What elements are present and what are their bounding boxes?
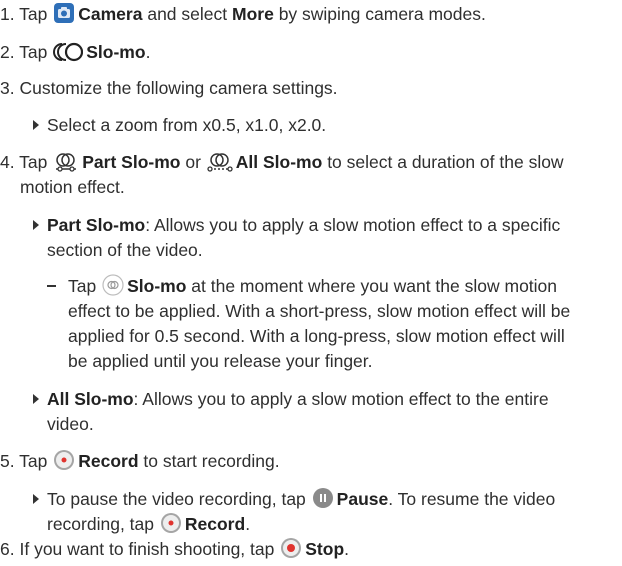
part-slo-mo-label: Part Slo-mo: [82, 152, 181, 172]
step-number: 2.: [0, 42, 15, 62]
step-text: Customize the following camera settings.: [19, 78, 338, 98]
step-1: 1. Tap Camera and select More by swiping…: [0, 2, 486, 31]
bullet-text: video.: [47, 414, 94, 434]
camera-app-icon: [53, 2, 75, 31]
bullet-arrow-icon: [33, 220, 39, 230]
record-label: Record: [184, 514, 246, 534]
slo-mo-mode-icon: [53, 42, 84, 69]
pause-label: Pause: [336, 489, 389, 509]
step-text: If you want to finish shooting, tap: [19, 539, 275, 559]
dash-text: at the moment where you want the slow mo…: [191, 276, 558, 296]
step-5: 5. Tap Record to start recording.: [0, 449, 280, 478]
step-text: or: [185, 152, 201, 172]
dash-text: applied for 0.5 second. With a long-pres…: [68, 326, 565, 346]
step-text: Tap: [19, 42, 48, 62]
step-text: Tap: [19, 4, 48, 24]
bullet-zoom: Select a zoom from x0.5, x1.0, x2.0.: [33, 113, 326, 138]
bullet-text: section of the video.: [47, 240, 203, 260]
bullet-text: : Allows you to apply a slow motion effe…: [133, 389, 549, 409]
dash-cont-3: be applied until you release your finger…: [68, 349, 373, 374]
bullet-all-slo-mo: All Slo-mo: Allows you to apply a slow m…: [33, 387, 549, 412]
bullet-title: Part Slo-mo: [47, 215, 146, 235]
bullet-arrow-icon: [33, 494, 39, 504]
step-number: 5.: [0, 451, 15, 471]
step-3: 3. Customize the following camera settin…: [0, 76, 338, 101]
bullet-arrow-icon: [33, 394, 39, 404]
step-text: motion effect.: [20, 177, 125, 197]
step-4-cont: motion effect.: [20, 175, 125, 200]
bullet-all-cont: video.: [47, 412, 94, 437]
step-2: 2. Tap Slo-mo.: [0, 40, 150, 69]
step-6: 6. If you want to finish shooting, tap S…: [0, 537, 349, 566]
stop-label: Stop: [305, 539, 345, 559]
record-icon: [53, 449, 75, 478]
step-text: to start recording.: [143, 451, 280, 471]
pause-icon: [312, 487, 334, 516]
step-text: and select: [147, 4, 228, 24]
dash-cont-2: applied for 0.5 second. With a long-pres…: [68, 324, 565, 349]
dash-text: Tap: [68, 276, 97, 296]
stop-icon: [280, 537, 302, 566]
step-text: Tap: [19, 152, 48, 172]
bullet-title: All Slo-mo: [47, 389, 134, 409]
bullet-text: .: [245, 514, 251, 534]
more-label: More: [232, 4, 274, 24]
step-number: 1.: [0, 4, 15, 24]
slo-mo-label: Slo-mo: [86, 42, 146, 62]
all-slo-mo-icon: [207, 152, 233, 179]
step-text: Tap: [19, 451, 48, 471]
step-text: to select a duration of the slow: [327, 152, 564, 172]
dash-text: be applied until you release your finger…: [68, 351, 373, 371]
bullet-part-slo-mo: Part Slo-mo: Allows you to apply a slow …: [33, 213, 560, 238]
step-text: .: [145, 42, 151, 62]
step-number: 3.: [0, 78, 15, 98]
bullet-text: : Allows you to apply a slow motion effe…: [145, 215, 561, 235]
bullet-part-cont: section of the video.: [47, 238, 203, 263]
step-text: .: [344, 539, 350, 559]
bullet-text: Select a zoom from x0.5, x1.0, x2.0.: [47, 115, 327, 135]
step-number: 6.: [0, 539, 15, 559]
step-number: 4.: [0, 152, 15, 172]
bullet-arrow-icon: [33, 120, 39, 130]
slo-mo-label: Slo-mo: [127, 276, 187, 296]
bullet-text: . To resume the video: [388, 489, 556, 509]
dash-text: effect to be applied. With a short-press…: [68, 301, 571, 321]
dash-marker: [47, 285, 56, 287]
bullet-text: To pause the video recording, tap: [47, 489, 306, 509]
all-slo-mo-label: All Slo-mo: [235, 152, 323, 172]
step-text: by swiping camera modes.: [278, 4, 486, 24]
dash-cont-1: effect to be applied. With a short-press…: [68, 299, 570, 324]
record-label: Record: [78, 451, 139, 471]
bullet-text: recording, tap: [47, 514, 155, 534]
camera-label: Camera: [78, 4, 143, 24]
